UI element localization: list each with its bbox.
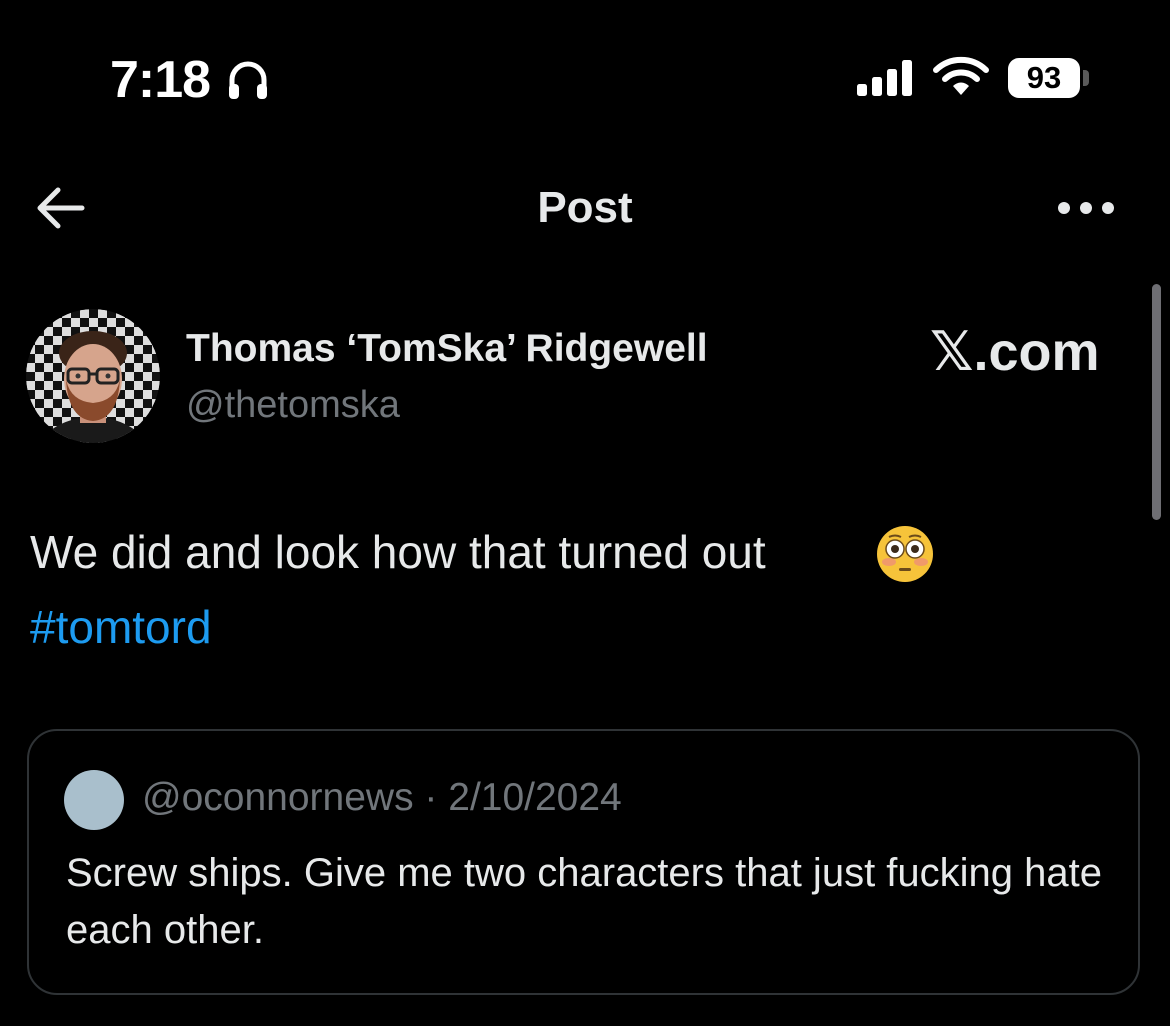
quoted-post-date: 2/10/2024 [448, 776, 622, 819]
avatar[interactable] [26, 309, 160, 443]
more-options-icon[interactable] [1056, 196, 1116, 220]
author-name[interactable]: Thomas ‘TomSka’ Ridgewell [186, 324, 708, 374]
quoted-post-separator: · [413, 776, 449, 819]
signal-icon [857, 60, 912, 96]
page-title: Post [537, 183, 633, 232]
flushed-face-emoji-icon [877, 526, 933, 582]
quoted-post-text: Screw ships. Give me two characters that… [66, 851, 1102, 952]
x-com-watermark: 𝕏.com [930, 322, 1100, 382]
quoted-post-handle: @oconnornews [142, 776, 414, 819]
headphones-icon [229, 61, 267, 99]
wifi-icon [933, 56, 989, 95]
status-time: 7:18 [110, 51, 211, 109]
battery-cap [1083, 70, 1089, 86]
post-text: We did and look how that turned out [30, 526, 766, 578]
author-handle[interactable]: @thetomska [186, 380, 400, 430]
hashtag-link[interactable]: #tomtord [30, 597, 212, 657]
battery-icon: 93 [1008, 58, 1080, 98]
quoted-post-avatar [64, 770, 124, 830]
scrollbar[interactable] [1152, 284, 1161, 520]
quoted-post-meta: @oconnornews · 2/10/2024 [142, 772, 622, 824]
